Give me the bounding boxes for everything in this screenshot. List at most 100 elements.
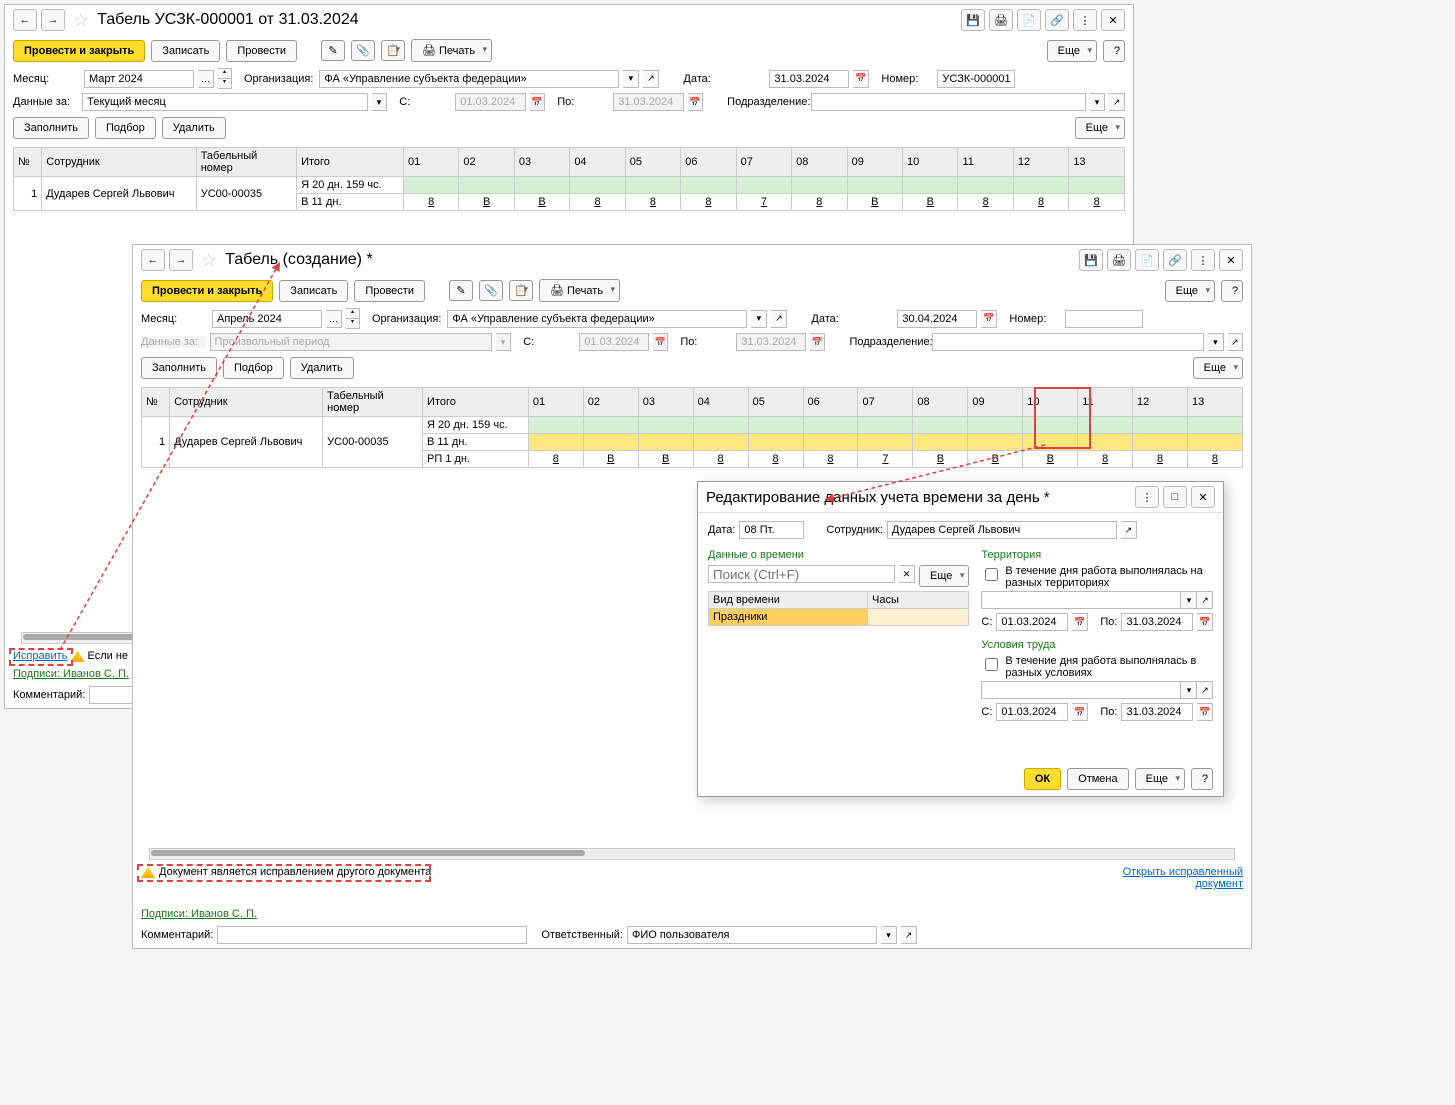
day-cell[interactable]: 8: [792, 194, 847, 211]
terr-open-icon[interactable]: ↗: [1197, 591, 1213, 609]
save-button[interactable]: Записать: [151, 40, 220, 62]
day-cell[interactable]: 8: [403, 194, 458, 211]
dept-dropdown-icon[interactable]: ▾: [1208, 333, 1223, 351]
link-icon[interactable]: 🔗: [1045, 9, 1069, 31]
close-icon[interactable]: ✕: [1219, 249, 1243, 271]
month-picker-icon[interactable]: …: [326, 310, 342, 328]
dept-dropdown-icon[interactable]: ▾: [1090, 93, 1106, 111]
report-icon[interactable]: 📄: [1017, 9, 1041, 31]
multi-territory-checkbox[interactable]: [985, 568, 998, 581]
cond-to-input[interactable]: 31.03.2024: [1121, 703, 1193, 721]
org-input[interactable]: ФА «Управление субъекта федерации»: [319, 70, 619, 88]
day-cell[interactable]: В: [968, 451, 1023, 468]
responsible-input[interactable]: ФИО пользователя: [627, 926, 877, 944]
pick-button[interactable]: Подбор: [95, 117, 156, 139]
day-cell[interactable]: 8: [693, 451, 748, 468]
modal-emp-open-icon[interactable]: ↗: [1121, 521, 1137, 539]
fill-button[interactable]: Заполнить: [141, 357, 217, 379]
open-corrected-link[interactable]: Открыть исправленный документ: [1113, 866, 1243, 890]
link-icon[interactable]: 🔗: [1163, 249, 1187, 271]
help-button[interactable]: ?: [1221, 280, 1243, 302]
cond-dropdown-icon[interactable]: ▾: [1181, 681, 1197, 699]
comment-input[interactable]: [217, 926, 527, 944]
day-cell[interactable]: 8: [1133, 451, 1188, 468]
more-button[interactable]: Еще: [1047, 40, 1097, 62]
menu-icon[interactable]: ⋮: [1073, 9, 1097, 31]
save-icon[interactable]: 💾: [961, 9, 985, 31]
delete-button[interactable]: Удалить: [290, 357, 354, 379]
ok-button[interactable]: ОК: [1024, 768, 1061, 790]
time-type-table[interactable]: Вид времениЧасы Праздники: [708, 591, 969, 626]
day-cell[interactable]: В: [514, 194, 569, 211]
back-button[interactable]: ←: [141, 249, 165, 271]
day-cell[interactable]: В: [459, 194, 514, 211]
org-dropdown-icon[interactable]: ▾: [751, 310, 767, 328]
signatures-link[interactable]: Подписи: Иванов С. П.: [13, 668, 129, 680]
attach-icon[interactable]: 📎: [479, 280, 503, 301]
forward-button[interactable]: →: [41, 9, 65, 31]
pick-button[interactable]: Подбор: [223, 357, 284, 379]
fix-link[interactable]: Исправить: [13, 650, 67, 662]
modal-help-button[interactable]: ?: [1191, 768, 1213, 790]
dept-input[interactable]: [932, 333, 1204, 351]
month-input[interactable]: Март 2024: [84, 70, 194, 88]
timesheet-grid[interactable]: №СотрудникТабельный номерИтого0102030405…: [141, 387, 1243, 468]
timesheet-grid[interactable]: №СотрудникТабельный номерИтого0102030405…: [13, 147, 1125, 211]
org-input[interactable]: ФА «Управление субъекта федерации»: [447, 310, 747, 328]
post-button[interactable]: Провести: [226, 40, 297, 62]
day-cell[interactable]: 7: [858, 451, 913, 468]
day-cell[interactable]: 8: [1187, 451, 1242, 468]
day-cell[interactable]: 8: [958, 194, 1013, 211]
terr-from-cal-icon[interactable]: 📅: [1072, 613, 1088, 631]
favorite-icon[interactable]: ☆: [201, 250, 217, 271]
signatures-link[interactable]: Подписи: Иванов С. П.: [141, 908, 257, 920]
terr-dropdown-icon[interactable]: ▾: [1181, 591, 1197, 609]
date-input[interactable]: 31.03.2024: [769, 70, 849, 88]
day-cell[interactable]: 8: [681, 194, 736, 211]
print-button[interactable]: 🖨 Печать: [411, 39, 492, 62]
modal-footer-more-button[interactable]: Еще: [1135, 768, 1185, 790]
cond-from-cal-icon[interactable]: 📅: [1072, 703, 1088, 721]
dialog-maximize-icon[interactable]: □: [1163, 486, 1187, 508]
grid-more-button[interactable]: Еще: [1075, 117, 1125, 139]
print-icon[interactable]: 🖨: [989, 9, 1013, 31]
grid-more-button[interactable]: Еще: [1193, 357, 1243, 379]
day-cell[interactable]: 8: [1013, 194, 1068, 211]
resp-dropdown-icon[interactable]: ▾: [881, 926, 897, 944]
delete-button[interactable]: Удалить: [162, 117, 226, 139]
save-icon[interactable]: 💾: [1079, 249, 1103, 271]
date-calendar-icon[interactable]: 📅: [981, 310, 997, 328]
resp-open-icon[interactable]: ↗: [901, 926, 917, 944]
data-for-input[interactable]: Текущий месяц: [82, 93, 367, 111]
menu-icon[interactable]: ⋮: [1191, 249, 1215, 271]
back-button[interactable]: ←: [13, 9, 37, 31]
search-clear-icon[interactable]: ✕: [899, 565, 915, 583]
org-open-icon[interactable]: ↗: [643, 70, 659, 88]
close-icon[interactable]: ✕: [1101, 9, 1125, 31]
month-picker-icon[interactable]: …: [198, 70, 214, 88]
month-up[interactable]: ▴: [346, 308, 360, 318]
cond-from-input[interactable]: 01.03.2024: [996, 703, 1068, 721]
territory-input[interactable]: [981, 591, 1181, 609]
cond-open-icon[interactable]: ↗: [1197, 681, 1213, 699]
favorite-icon[interactable]: ☆: [73, 10, 89, 31]
number-input[interactable]: УСЗК-000001: [937, 70, 1015, 88]
number-input[interactable]: [1065, 310, 1143, 328]
terr-to-input[interactable]: 31.03.2024: [1121, 613, 1193, 631]
day-cell[interactable]: 8: [1069, 194, 1125, 211]
date-input[interactable]: 30.04.2024: [897, 310, 977, 328]
modal-emp-value[interactable]: Дударев Сергей Львович: [887, 521, 1117, 539]
highlight-icon[interactable]: ✎: [449, 280, 473, 301]
terr-from-input[interactable]: 01.03.2024: [996, 613, 1068, 631]
post-and-close-button[interactable]: Провести и закрыть: [13, 40, 145, 62]
day-cell[interactable]: 8: [570, 194, 625, 211]
cancel-button[interactable]: Отмена: [1067, 768, 1128, 790]
highlight-icon[interactable]: ✎: [321, 40, 345, 61]
fill-button[interactable]: Заполнить: [13, 117, 89, 139]
day-cell[interactable]: 7: [736, 194, 791, 211]
dept-input[interactable]: [811, 93, 1086, 111]
search-input[interactable]: [708, 565, 895, 583]
data-for-dropdown-icon[interactable]: ▾: [372, 93, 388, 111]
dialog-close-icon[interactable]: ✕: [1191, 486, 1215, 508]
month-down[interactable]: ▾: [346, 318, 360, 329]
